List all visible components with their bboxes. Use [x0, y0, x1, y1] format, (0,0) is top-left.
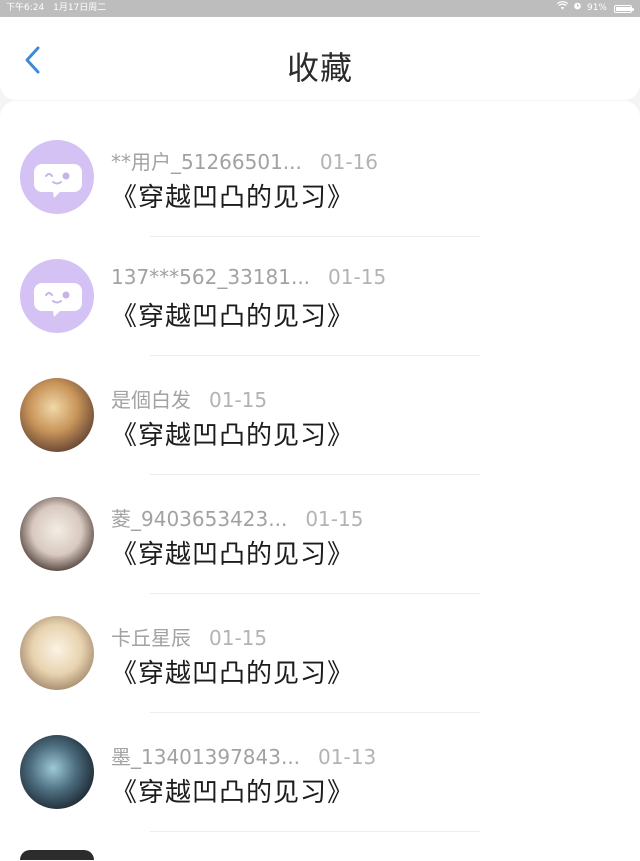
- favorite-date: 01-15: [305, 507, 364, 531]
- username[interactable]: 卡丘星辰: [111, 626, 191, 650]
- list-item[interactable]: 137***562_33181... 01-15 《穿越凹凸的见习》: [0, 220, 640, 339]
- battery-icon: [614, 4, 634, 13]
- favorite-date: 01-13: [318, 745, 377, 769]
- list-item[interactable]: **用户_51266501... 01-16 《穿越凹凸的见习》: [0, 101, 640, 220]
- book-title[interactable]: 《穿越凹凸的见习》: [111, 653, 354, 690]
- chat-bubble-avatar-icon: [34, 164, 82, 198]
- avatar[interactable]: [20, 735, 94, 809]
- username[interactable]: 是個白发: [111, 388, 191, 412]
- book-title[interactable]: 《穿越凹凸的见习》: [111, 534, 354, 571]
- header-bar: 收藏: [0, 17, 640, 100]
- list-item[interactable]: 卡丘星辰 01-15 《穿越凹凸的见习》: [0, 577, 640, 696]
- username[interactable]: 墨_13401397843...: [111, 745, 300, 769]
- avatar[interactable]: [20, 497, 94, 571]
- book-title[interactable]: 《穿越凹凸的见习》: [111, 772, 354, 809]
- favorites-list: **用户_51266501... 01-16 《穿越凹凸的见习》 137***56…: [0, 101, 640, 861]
- username[interactable]: **用户_51266501...: [111, 150, 302, 174]
- avatar[interactable]: [20, 140, 94, 214]
- avatar[interactable]: [20, 850, 94, 860]
- username[interactable]: 菱_9403653423...: [111, 507, 287, 531]
- page-title: 收藏: [286, 49, 353, 87]
- status-date: 1月17日周二: [53, 3, 107, 13]
- list-item[interactable]: 菱_9403653423... 01-15 《穿越凹凸的见习》: [0, 458, 640, 577]
- alarm-icon: [573, 0, 582, 17]
- battery-percent: 91%: [586, 3, 607, 13]
- avatar[interactable]: [20, 616, 94, 690]
- avatar[interactable]: [20, 378, 94, 452]
- favorite-date: 01-15: [209, 388, 268, 412]
- avatar[interactable]: [20, 259, 94, 333]
- username[interactable]: 137***562_33181...: [111, 265, 310, 289]
- favorite-date: 01-16: [319, 150, 378, 174]
- book-title[interactable]: 《穿越凹凸的见习》: [111, 415, 354, 452]
- book-title[interactable]: 《穿越凹凸的见习》: [111, 296, 354, 333]
- wifi-icon: [556, 0, 569, 17]
- favorite-date: 01-15: [209, 626, 268, 650]
- favorite-date: 01-15: [328, 265, 387, 289]
- divider: [150, 831, 480, 832]
- chat-bubble-avatar-icon: [34, 283, 82, 317]
- list-item[interactable]: 墨_13401397843... 01-13 《穿越凹凸的见习》: [0, 696, 640, 815]
- status-bar: 下午6:24 1月17日周二 91%: [0, 0, 640, 17]
- book-title[interactable]: 《穿越凹凸的见习》: [111, 177, 354, 214]
- status-time: 下午6:24: [6, 3, 45, 13]
- list-item[interactable]: 是個白发 01-15 《穿越凹凸的见习》: [0, 339, 640, 458]
